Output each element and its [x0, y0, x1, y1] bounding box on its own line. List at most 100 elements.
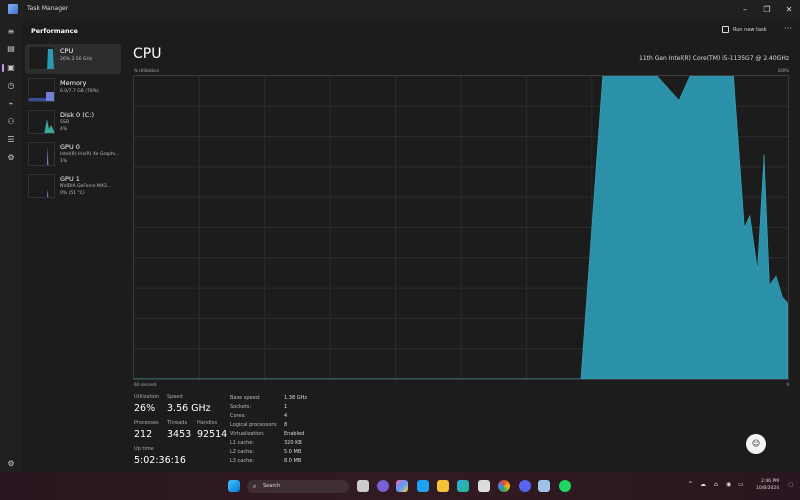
notification-icon[interactable]: ◌ [788, 481, 793, 488]
handles-value: 92514 [197, 429, 228, 440]
minimize-button[interactable]: – [738, 3, 752, 17]
run-new-task-label: Run new task [733, 26, 767, 33]
detail-value: 5.0 MB [284, 449, 302, 455]
edge-icon[interactable] [457, 480, 469, 492]
sidebar-item-label: Memory [60, 79, 87, 87]
threads-value: 3453 [167, 429, 192, 440]
task-view-icon[interactable] [357, 480, 369, 492]
sidebar-item-gpu0[interactable]: GPU 0 Intel(R) Iris(R) Xe Graphi... 1% [25, 140, 121, 170]
discord-icon[interactable] [519, 480, 531, 492]
sidebar-item-sub2: 1% [60, 159, 68, 164]
app-history-icon[interactable]: ◷ [4, 79, 18, 93]
task-manager-taskbar-icon[interactable] [538, 480, 550, 492]
copilot-icon[interactable] [396, 480, 408, 492]
sidebar-item-disk[interactable]: Disk 0 (C:) SSD 4% [25, 108, 121, 138]
processes-icon[interactable]: ▤ [4, 42, 18, 56]
detail-key: L3 cache: [230, 458, 255, 464]
hamburger-icon[interactable]: ≡ [4, 25, 18, 39]
detail-value: 8.0 MB [284, 458, 302, 464]
sidebar-item-sub: Intel(R) Iris(R) Xe Graphi... [60, 152, 120, 157]
disk-thumbnail [28, 110, 55, 134]
performance-icon[interactable]: ▣ [4, 61, 18, 75]
battery-icon[interactable]: ▭ [738, 481, 744, 488]
search-placeholder: Search [263, 483, 281, 489]
y-max-label: 100% [777, 68, 789, 73]
clock[interactable]: 2:46 PM 10/8/2024 [756, 478, 779, 492]
speed-value: 3.56 GHz [167, 403, 211, 414]
sidebar-item-sub: 26% 3.56 GHz [60, 57, 93, 62]
run-task-icon [722, 26, 729, 33]
store-icon[interactable] [478, 480, 490, 492]
memory-thumbnail [28, 78, 55, 102]
cpu-thumbnail [28, 46, 55, 70]
clock-date: 10/8/2024 [756, 486, 780, 491]
users-icon[interactable]: ⚇ [4, 115, 18, 129]
spotify-icon[interactable] [559, 480, 571, 492]
cpu-utilization-chart [133, 75, 789, 380]
sidebar-item-label: CPU [60, 47, 74, 55]
volume-icon[interactable]: ◉ [726, 481, 731, 488]
uptime-value: 5:02:36:16 [134, 455, 186, 466]
window-title: Task Manager [27, 5, 69, 12]
sidebar-item-label: GPU 0 [60, 143, 80, 151]
left-nav: ≡ ▤ ▣ ◷ ⌁ ⚇ ☰ ⚙ ⚙ [0, 20, 22, 472]
sidebar-item-label: Disk 0 (C:) [60, 111, 95, 119]
details-icon[interactable]: ☰ [4, 133, 18, 147]
tray-overflow-icon[interactable]: ^ [688, 481, 693, 488]
sidebar-item-sub2: 4% [60, 127, 68, 132]
network-icon[interactable]: ⌂ [714, 481, 718, 488]
taskbar-search[interactable]: ⌕ Search [247, 480, 349, 493]
detail-value: Enabled [284, 431, 305, 437]
startup-apps-icon[interactable]: ⌁ [4, 97, 18, 111]
detail-key: Logical processors: [230, 422, 278, 428]
task-manager-app-icon [8, 4, 18, 14]
more-options-button[interactable]: ··· [784, 24, 792, 33]
taskbar: ⌕ Search ^ ☁ ⌂ ◉ ▭ 2:46 PM 10/8/2024 ◌ [0, 472, 800, 500]
sidebar-item-sub: NVIDIA GeForce MX3... [60, 184, 112, 189]
threads-label: Threads [167, 420, 188, 426]
detail-key: Virtualization: [230, 431, 265, 437]
processes-value: 212 [134, 429, 153, 440]
detail-key: Base speed: [230, 395, 261, 401]
detail-key: L1 cache: [230, 440, 255, 446]
chart-svg [134, 75, 789, 380]
skype-icon[interactable] [417, 480, 429, 492]
onedrive-icon[interactable]: ☁ [700, 481, 706, 488]
sidebar-item-cpu[interactable]: CPU 26% 3.56 GHz [25, 44, 121, 74]
teams-icon[interactable] [377, 480, 389, 492]
sidebar-item-gpu1[interactable]: GPU 1 NVIDIA GeForce MX3... 0% (51 °C) [25, 172, 121, 202]
detail-value: 4 [284, 413, 288, 419]
sidebar-item-sub: 6.0/7.7 GB (78%) [60, 89, 99, 94]
detail-key: Sockets: [230, 404, 252, 410]
restore-button[interactable]: ❐ [760, 3, 774, 17]
utilization-label: Utilization [134, 394, 160, 400]
gpu1-thumbnail [28, 174, 55, 198]
utilization-axis-label: % Utilization [134, 68, 160, 73]
detail-value: 320 KB [284, 440, 302, 446]
settings-icon[interactable]: ⚙ [4, 457, 18, 471]
gpu0-thumbnail [28, 142, 55, 166]
file-explorer-icon[interactable] [437, 480, 449, 492]
processes-label: Processes [134, 420, 159, 426]
detail-value: 1.38 GHz [284, 395, 307, 401]
x-axis-label: 60 seconds [134, 382, 157, 387]
sidebar-item-sub: SSD [60, 120, 70, 125]
sidebar-item-sub2: 0% (51 °C) [60, 191, 85, 196]
sidebar-item-memory[interactable]: Memory 6.0/7.7 GB (78%) [25, 76, 121, 106]
title-bar: Task Manager – ❐ ✕ [0, 0, 800, 20]
run-new-task-button[interactable]: Run new task [722, 26, 767, 33]
resource-list: CPU 26% 3.56 GHz Memory 6.0/7.7 GB (78%)… [25, 44, 121, 204]
chrome-icon[interactable] [498, 480, 510, 492]
handles-label: Handles [197, 420, 218, 426]
search-icon: ⌕ [253, 483, 257, 490]
cpu-model: 11th Gen Intel(R) Core(TM) i5-1135G7 @ 2… [639, 55, 789, 62]
detail-value: 1 [284, 404, 288, 410]
speed-label: Speed [167, 394, 183, 400]
utilization-value: 26% [134, 403, 156, 414]
detail-value: 8 [284, 422, 288, 428]
feedback-button[interactable]: ☺ [746, 434, 766, 454]
page-title: Performance [31, 27, 78, 35]
close-button[interactable]: ✕ [782, 3, 796, 17]
services-icon[interactable]: ⚙ [4, 151, 18, 165]
start-button[interactable] [228, 480, 240, 492]
